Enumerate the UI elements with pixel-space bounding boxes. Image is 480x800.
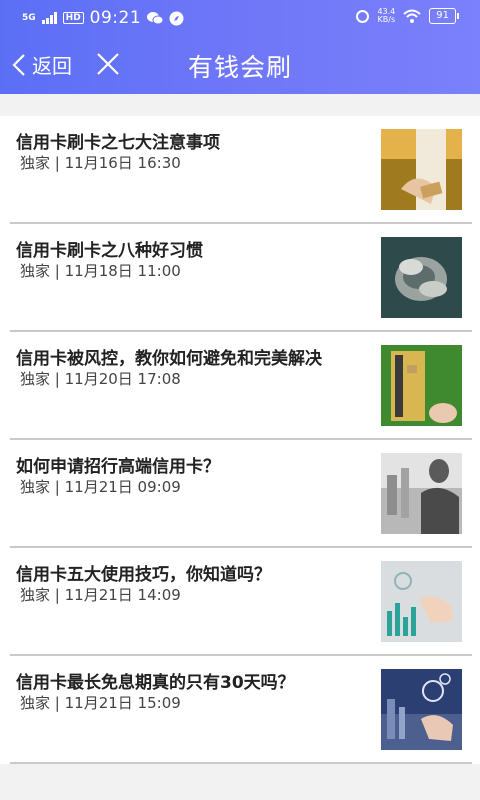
article-title: 信用卡刷卡之七大注意事项	[16, 133, 220, 153]
article-source: 独家	[20, 262, 51, 280]
finance-dollar-image	[381, 669, 462, 750]
article-date: 11月18日 11:00	[64, 262, 181, 280]
article-list: 信用卡刷卡之七大注意事项 独家 | 11月16日 16:30 信用卡刷卡之八种好…	[0, 116, 480, 764]
signal-icon	[41, 12, 57, 24]
article-meta: 独家 | 11月21日 15:09	[20, 694, 181, 712]
app-header: 5G HD 09:21 43.4 KB/s 91 返回 有钱会刷	[0, 0, 480, 94]
article-item[interactable]: 信用卡刷卡之七大注意事项 独家 | 11月16日 16:30	[10, 116, 472, 224]
article-item[interactable]: 如何申请招行高端信用卡？ 独家 | 11月21日 09:09	[10, 440, 472, 548]
article-title: 信用卡刷卡之八种好习惯	[16, 241, 203, 261]
hd-badge: HD	[62, 12, 84, 24]
article-meta: 独家 | 11月20日 17:08	[20, 370, 181, 388]
status-time: 09:21	[89, 8, 142, 28]
article-meta: 独家 | 11月16日 16:30	[20, 154, 181, 172]
alarm-icon	[356, 9, 370, 23]
bottom-bar	[0, 764, 480, 800]
article-title: 信用卡最长免息期真的只有30天吗？	[16, 673, 295, 693]
article-source: 独家	[20, 154, 51, 172]
article-source: 独家	[20, 694, 51, 712]
compass-icon	[169, 11, 184, 25]
article-date: 11月16日 16:30	[64, 154, 181, 172]
business-city-image	[381, 453, 462, 534]
battery-indicator: 91	[429, 8, 459, 24]
article-title: 如何申请招行高端信用卡？	[16, 457, 220, 477]
nav-bar: 返回 有钱会刷	[0, 36, 480, 94]
touch-chart-image	[381, 561, 462, 642]
article-meta: 独家 | 11月21日 09:09	[20, 478, 181, 496]
article-meta: 独家 | 11月21日 14:09	[20, 586, 181, 604]
article-date: 11月21日 09:09	[64, 478, 181, 496]
network-type: 5G	[22, 12, 36, 23]
article-item[interactable]: 信用卡五大使用技巧，你知道吗？ 独家 | 11月21日 14:09	[10, 548, 472, 656]
article-item[interactable]: 信用卡最长免息期真的只有30天吗？ 独家 | 11月21日 15:09	[10, 656, 472, 764]
article-item[interactable]: 信用卡刷卡之八种好习惯 独家 | 11月18日 11:00	[10, 224, 472, 332]
status-bar: 5G HD 09:21 43.4 KB/s 91	[0, 0, 480, 36]
gold-card-image	[381, 345, 462, 426]
wechat-icon	[147, 12, 164, 25]
article-source: 独家	[20, 586, 51, 604]
article-title: 信用卡被风控，教你如何避免和完美解决	[16, 349, 322, 369]
article-source: 独家	[20, 370, 51, 388]
article-meta: 独家 | 11月18日 11:00	[20, 262, 181, 280]
card-payment-image	[381, 129, 462, 210]
page-title: 有钱会刷	[187, 53, 292, 82]
article-item[interactable]: 信用卡被风控，教你如何避免和完美解决 独家 | 11月20日 17:08	[10, 332, 472, 440]
article-source: 独家	[20, 478, 51, 496]
article-date: 11月20日 17:08	[64, 370, 181, 388]
article-date: 11月21日 15:09	[64, 694, 181, 712]
net-speed: 43.4 KB/s	[377, 8, 395, 24]
wifi-icon	[403, 9, 421, 23]
globe-clouds-image	[381, 237, 462, 318]
article-date: 11月21日 14:09	[64, 586, 181, 604]
article-title: 信用卡五大使用技巧，你知道吗？	[16, 565, 271, 585]
net-speed-unit: KB/s	[377, 15, 396, 24]
